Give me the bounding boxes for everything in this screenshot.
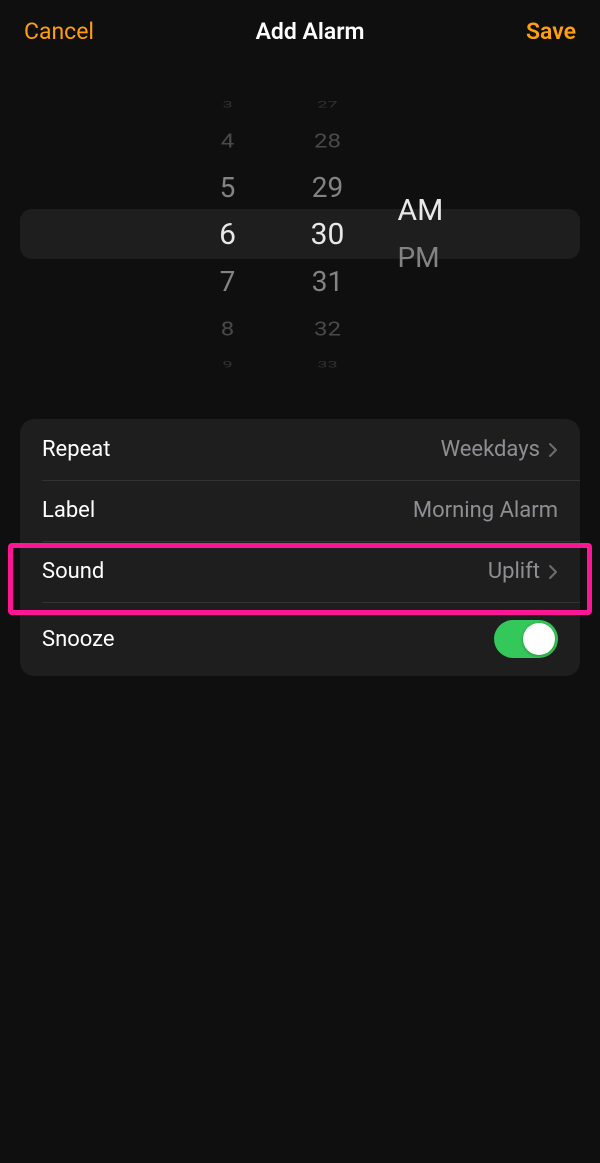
- minute-option[interactable]: 31: [298, 258, 358, 305]
- toggle-knob: [523, 623, 555, 655]
- minute-option-selected[interactable]: 30: [298, 211, 358, 258]
- snooze-label: Snooze: [42, 627, 115, 652]
- repeat-row[interactable]: Repeat Weekdays: [20, 419, 580, 480]
- label-value: Morning Alarm: [413, 498, 558, 523]
- cancel-button[interactable]: Cancel: [24, 18, 94, 45]
- hour-option[interactable]: 5: [198, 164, 258, 211]
- minute-option[interactable]: 29: [298, 164, 358, 211]
- sound-value-wrap: Uplift: [488, 559, 558, 584]
- time-picker[interactable]: 3 4 5 6 7 8 9 27 28 29 30 31 32 33 AM PM: [0, 69, 600, 399]
- label-value-wrap: Morning Alarm: [413, 498, 558, 523]
- sound-value: Uplift: [488, 559, 540, 584]
- hour-option[interactable]: 8: [198, 309, 258, 347]
- minute-option[interactable]: 33: [298, 358, 358, 371]
- chevron-right-icon: [548, 442, 558, 458]
- minute-option[interactable]: 32: [298, 309, 358, 347]
- alarm-settings-list: Repeat Weekdays Label Morning Alarm Soun…: [20, 419, 580, 676]
- hour-option[interactable]: 9: [198, 358, 258, 371]
- chevron-right-icon: [548, 564, 558, 580]
- label-row[interactable]: Label Morning Alarm: [20, 480, 580, 541]
- hour-option[interactable]: 3: [198, 98, 258, 111]
- ampm-option-pm[interactable]: PM: [398, 234, 468, 281]
- minute-option[interactable]: 28: [298, 121, 358, 159]
- hour-option[interactable]: 7: [198, 258, 258, 305]
- ampm-option-am[interactable]: AM: [398, 187, 468, 234]
- page-title: Add Alarm: [256, 18, 365, 45]
- snooze-row: Snooze: [20, 602, 580, 676]
- picker-columns: 3 4 5 6 7 8 9 27 28 29 30 31 32 33 AM PM: [0, 69, 600, 399]
- hour-option-selected[interactable]: 6: [198, 211, 258, 258]
- repeat-value-wrap: Weekdays: [441, 437, 558, 462]
- minute-option[interactable]: 27: [298, 98, 358, 111]
- sound-row[interactable]: Sound Uplift: [20, 541, 580, 602]
- label-label: Label: [42, 498, 95, 523]
- minute-picker-column[interactable]: 27 28 29 30 31 32 33: [298, 69, 358, 399]
- hour-picker-column[interactable]: 3 4 5 6 7 8 9: [198, 69, 258, 399]
- sound-label: Sound: [42, 559, 104, 584]
- ampm-picker-column[interactable]: AM PM: [398, 69, 468, 399]
- save-button[interactable]: Save: [526, 18, 576, 45]
- header: Cancel Add Alarm Save: [0, 0, 600, 59]
- hour-option[interactable]: 4: [198, 121, 258, 159]
- repeat-value: Weekdays: [441, 437, 540, 462]
- snooze-toggle[interactable]: [494, 620, 558, 658]
- repeat-label: Repeat: [42, 437, 110, 462]
